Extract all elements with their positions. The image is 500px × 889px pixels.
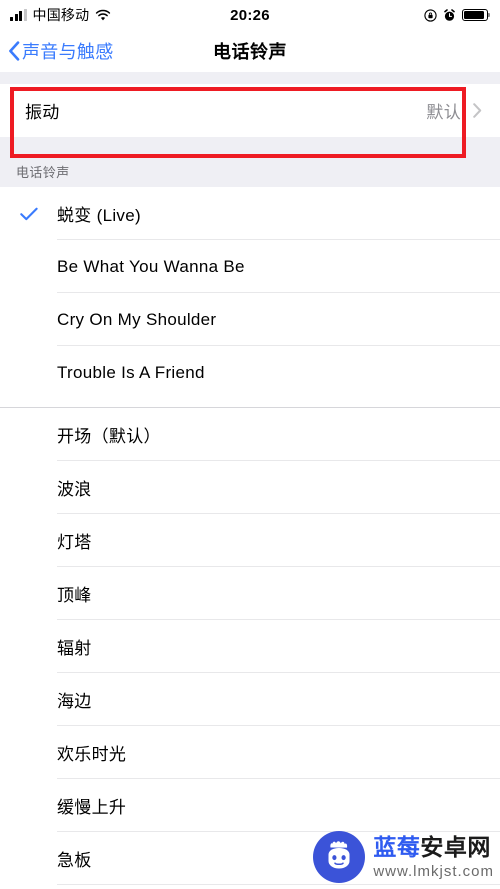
status-bar-left: 中国移动 (10, 5, 111, 25)
ringtone-name: 欢乐时光 (57, 745, 127, 764)
android-robot-glyph (328, 841, 350, 869)
selected-indicator (0, 207, 57, 221)
android-berry-logo-icon (313, 831, 366, 883)
list-item[interactable]: 缓慢上升 (0, 779, 500, 832)
list-item[interactable]: 波浪 (0, 461, 500, 514)
list-item[interactable]: 蜕变 (Live) (0, 187, 500, 240)
group-spacer-top (0, 72, 500, 84)
group-spacer-below-vibration (0, 137, 500, 155)
list-item[interactable]: Be What You Wanna Be (0, 240, 500, 293)
carrier-name: 中国移动 (32, 7, 90, 23)
list-item[interactable]: 辐射 (0, 620, 500, 673)
ringtone-name: 海边 (57, 692, 92, 711)
site-watermark: 蓝莓安卓网 www.lmkjst.com (313, 831, 494, 883)
alarm-clock-icon (444, 8, 455, 21)
navigation-bar: 声音与触感 电话铃声 (0, 30, 500, 72)
back-button[interactable]: 声音与触感 (8, 38, 114, 64)
ringtone-name: 蜕变 (Live) (57, 206, 141, 225)
list-item[interactable]: Cry On My Shoulder (0, 293, 500, 346)
vibration-section: 振动 默认 (0, 84, 500, 158)
battery-icon (462, 9, 491, 21)
ringtone-name: 波浪 (57, 480, 92, 499)
ringtone-name: Trouble Is A Friend (57, 362, 205, 382)
vibration-row[interactable]: 振动 默认 (0, 84, 500, 137)
status-bar: 中国移动 20:26 (0, 0, 500, 30)
list-group-gap (0, 399, 500, 407)
chevron-right-icon (473, 103, 482, 118)
custom-ringtone-list: 蜕变 (Live) Be What You Wanna Be Cry On My… (0, 187, 500, 399)
list-item[interactable]: 开场（默认） (0, 408, 500, 461)
watermark-title-blue: 蓝莓 (373, 833, 421, 860)
back-button-label: 声音与触感 (22, 42, 114, 62)
list-item[interactable]: 顶峰 (0, 567, 500, 620)
list-item[interactable]: 灯塔 (0, 514, 500, 567)
ringtone-name: 灯塔 (57, 533, 92, 552)
vibration-value: 默认 (426, 103, 461, 122)
status-bar-right (424, 8, 491, 22)
checkmark-icon (19, 207, 38, 220)
watermark-title: 蓝莓安卓网 (373, 833, 494, 860)
ringtone-name: Be What You Wanna Be (57, 256, 245, 276)
ringtone-section-header-label: 电话铃声 (16, 165, 70, 180)
chevron-left-icon (9, 41, 20, 61)
ringtone-name: 急板 (57, 851, 92, 870)
watermark-title-dark: 安卓网 (420, 833, 491, 860)
watermark-text: 蓝莓安卓网 www.lmkjst.com (373, 833, 494, 880)
ringtone-name: 顶峰 (57, 586, 92, 605)
vibration-label: 振动 (25, 103, 60, 122)
watermark-url: www.lmkjst.com (373, 862, 494, 880)
ringtone-name: 缓慢上升 (57, 798, 127, 817)
ringtone-section-header: 电话铃声 (0, 155, 500, 187)
wifi-icon (96, 9, 111, 20)
ringtone-name: 辐射 (57, 639, 92, 658)
ringtone-name: Cry On My Shoulder (57, 309, 217, 329)
builtin-ringtone-list: 开场（默认） 波浪 灯塔 顶峰 辐射 海边 欢乐时光 缓慢上升 急板 (0, 408, 500, 885)
list-item[interactable]: 海边 (0, 673, 500, 726)
list-item[interactable]: Trouble Is A Friend (0, 346, 500, 399)
list-item[interactable]: 欢乐时光 (0, 726, 500, 779)
ringtone-name: 开场（默认） (57, 427, 161, 446)
rotation-lock-icon (424, 8, 437, 22)
cellular-signal-icon (10, 9, 27, 21)
